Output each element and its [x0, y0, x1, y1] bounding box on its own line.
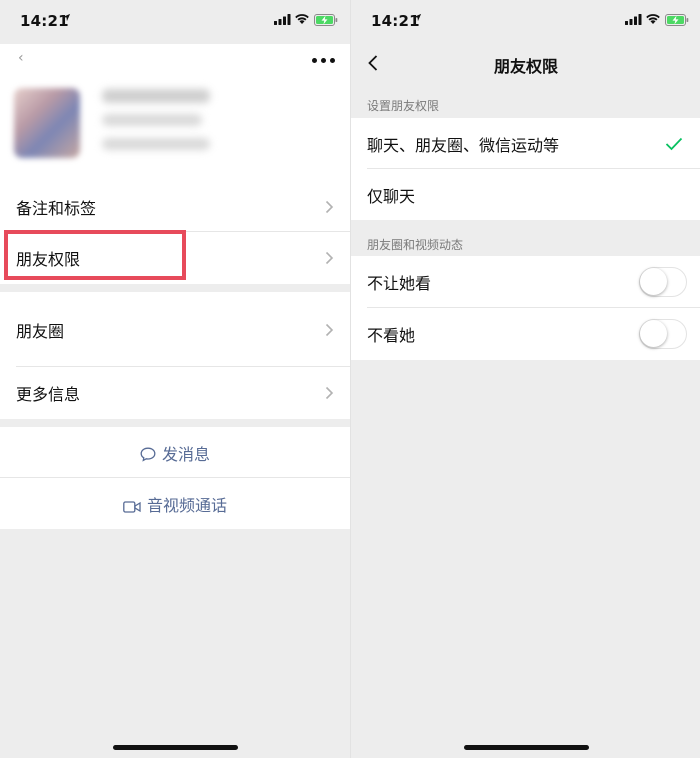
row-label: 朋友圈 [16, 321, 65, 341]
navigation-bar: 朋友权限 [351, 44, 700, 84]
avatar[interactable] [14, 88, 80, 158]
chevron-right-icon [325, 386, 334, 400]
wifi-icon [646, 14, 660, 24]
friend-permissions-screen: 14:21 朋友权限 设置朋友权限 聊天、朋友圈、微信运动等 仅聊天 朋友圈和视… [350, 0, 700, 758]
battery-charging-icon [314, 14, 338, 26]
row-label: 更多信息 [16, 385, 81, 404]
toggle-label: 不让她看 [367, 274, 432, 293]
highlight-box [4, 230, 186, 280]
hide-her-moments-toggle[interactable] [639, 319, 687, 349]
battery-charging-icon [665, 14, 689, 26]
contact-profile-screen: 14:21 ‹ 备注和标签 朋友权限 朋友圈 更多信息 发消息 音视频通话 [0, 0, 350, 758]
blurred-detail-1 [102, 114, 202, 126]
chat-bubble-icon [140, 447, 156, 462]
video-camera-icon [123, 500, 141, 513]
hide-my-moments-toggle[interactable] [639, 267, 687, 297]
moments-row[interactable]: 朋友圈 [0, 292, 350, 367]
blurred-detail-2 [102, 138, 210, 150]
section-header-permissions: 设置朋友权限 [367, 99, 440, 113]
notes-and-tags-row[interactable]: 备注和标签 [0, 181, 350, 232]
option-chat-only[interactable]: 仅聊天 [351, 169, 700, 220]
chevron-right-icon [325, 323, 334, 336]
more-info-row[interactable]: 更多信息 [0, 367, 350, 419]
video-call-button[interactable]: 音视频通话 [0, 478, 350, 529]
toggle-knob [640, 268, 667, 295]
home-indicator[interactable] [464, 745, 589, 750]
video-call-label: 音视频通话 [146, 495, 227, 515]
option-full-access[interactable]: 聊天、朋友圈、微信运动等 [351, 118, 700, 169]
location-arrow-icon [62, 13, 71, 22]
checkmark-icon [665, 137, 683, 150]
chevron-right-icon [325, 251, 334, 265]
back-icon[interactable]: ‹ [18, 50, 24, 66]
row-label: 备注和标签 [16, 198, 97, 218]
location-arrow-icon [413, 13, 422, 22]
send-message-label: 发消息 [161, 444, 210, 464]
home-indicator[interactable] [113, 745, 238, 750]
send-message-button[interactable]: 发消息 [0, 427, 350, 478]
cellular-signal-icon [274, 14, 291, 25]
toggle-row-hide-my-moments: 不让她看 [351, 256, 700, 308]
page-title: 朋友权限 [493, 57, 558, 76]
toggle-label: 不看她 [367, 326, 416, 345]
wifi-icon [295, 14, 309, 24]
status-bar: 14:21 [0, 0, 350, 44]
blurred-name [102, 89, 210, 103]
profile-card: ‹ [0, 44, 350, 181]
toggle-knob [640, 320, 667, 347]
option-label: 仅聊天 [367, 186, 416, 206]
toggle-row-hide-her-moments: 不看她 [351, 308, 700, 360]
status-bar: 14:21 [351, 0, 700, 44]
chevron-right-icon [325, 200, 334, 213]
cellular-signal-icon [625, 14, 642, 25]
option-label: 聊天、朋友圈、微信运动等 [367, 135, 560, 155]
section-header-moments: 朋友圈和视频动态 [367, 238, 464, 252]
more-options-icon[interactable] [312, 58, 336, 64]
